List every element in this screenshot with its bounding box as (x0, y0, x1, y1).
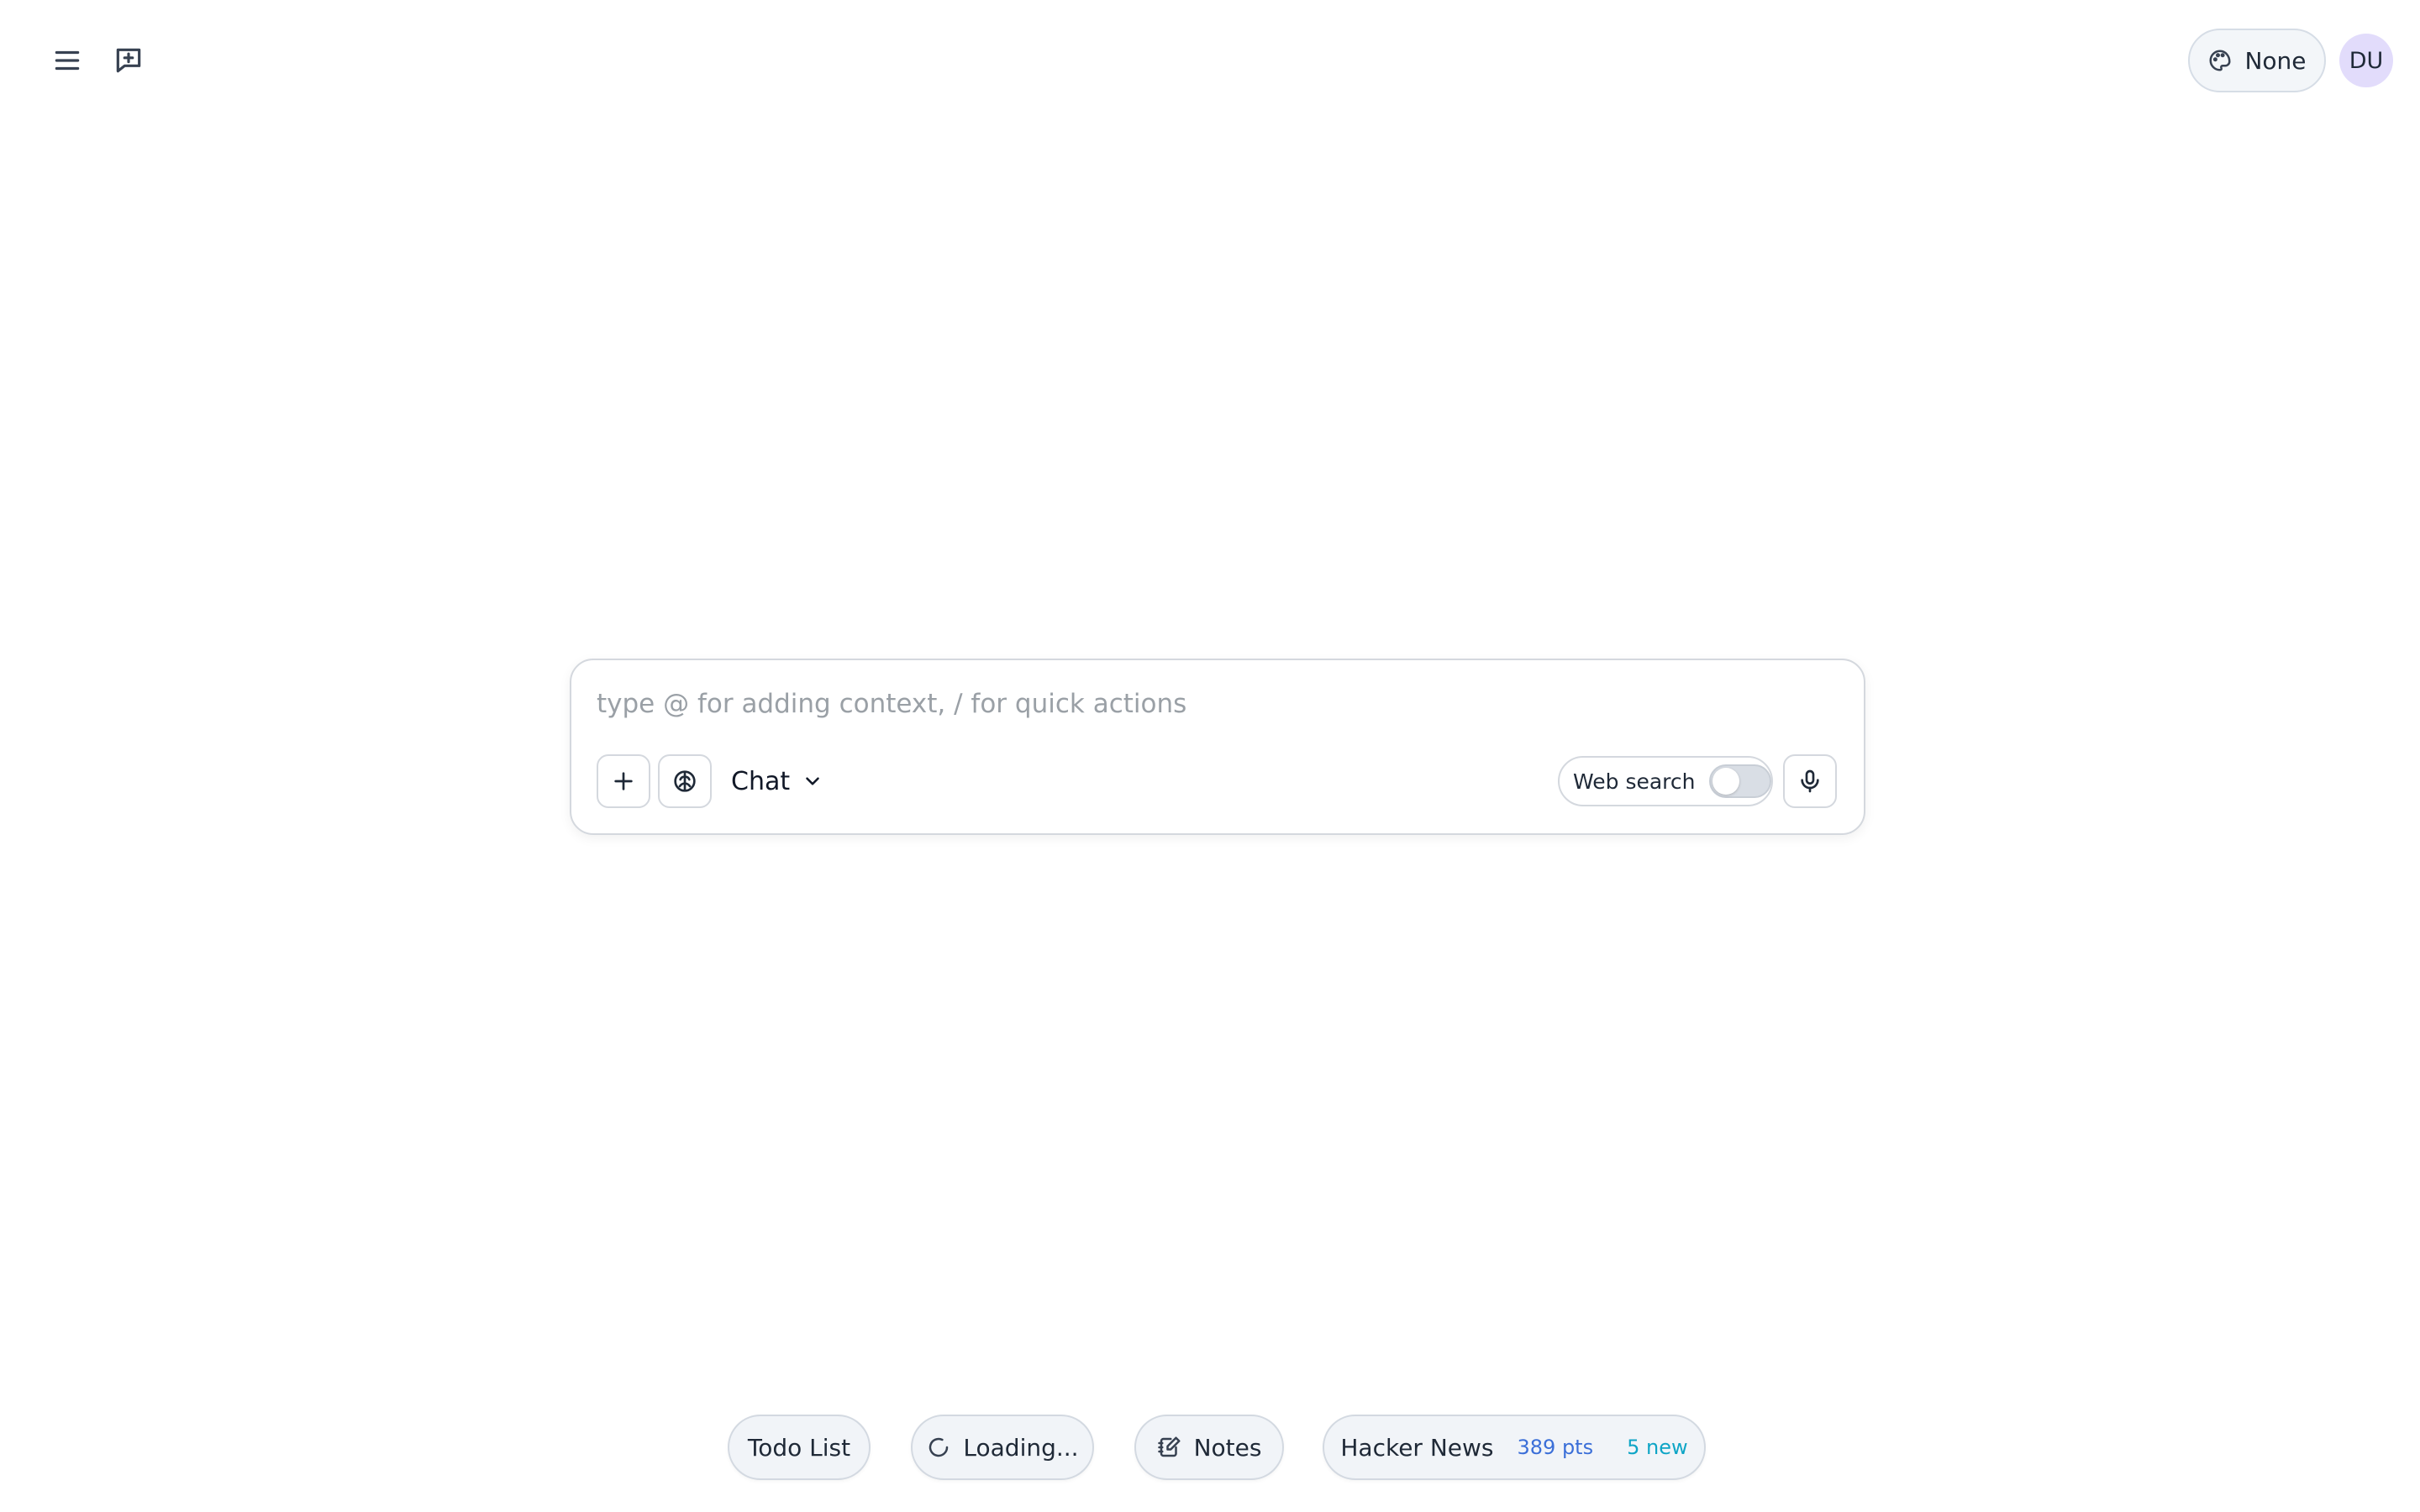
hacker-news-label: Hacker News (1340, 1433, 1494, 1462)
theme-selector-button[interactable]: None (2188, 29, 2326, 92)
web-search-toggle[interactable] (1708, 764, 1771, 798)
chat-input[interactable] (597, 680, 1840, 727)
microphone-icon (1801, 769, 1819, 793)
spinner-icon (929, 1437, 949, 1457)
user-avatar[interactable]: DU (2339, 34, 2393, 87)
todo-list-widget[interactable]: Todo List (728, 1415, 871, 1480)
plus-icon (614, 772, 633, 790)
web-search-label: Web search (1573, 769, 1696, 794)
sidebar-toggle-button[interactable] (40, 34, 94, 87)
palette-icon (2210, 50, 2231, 71)
hacker-news-points: 389 pts (1517, 1436, 1594, 1459)
todo-list-label: Todo List (747, 1433, 851, 1462)
new-chat-button[interactable] (102, 34, 155, 87)
hacker-news-new-count: 5 new (1627, 1436, 1688, 1459)
notes-label: Notes (1193, 1433, 1262, 1462)
hamburger-menu-icon (55, 50, 80, 71)
web-search-control: Web search (1558, 756, 1773, 806)
reasoning-button[interactable] (658, 754, 712, 808)
notes-widget[interactable]: Notes (1134, 1415, 1284, 1480)
hacker-news-widget[interactable]: Hacker News 389 pts 5 new (1323, 1415, 1706, 1480)
chat-mode-label: Chat (731, 766, 791, 796)
loading-label: Loading... (963, 1433, 1079, 1462)
attach-button[interactable] (597, 754, 650, 808)
chevron-down-icon (806, 777, 819, 785)
chat-composer: Chat Web search (570, 659, 1865, 835)
message-plus-icon (116, 48, 141, 73)
app-root: None DU Chat Web search (0, 0, 2420, 1512)
theme-label: None (2244, 46, 2307, 75)
voice-input-button[interactable] (1783, 754, 1837, 808)
brain-icon (674, 770, 696, 792)
notebook-pen-icon (1157, 1436, 1181, 1457)
chat-mode-dropdown[interactable]: Chat (731, 754, 823, 808)
loading-widget[interactable]: Loading... (911, 1415, 1094, 1480)
toggle-knob (1712, 768, 1739, 795)
